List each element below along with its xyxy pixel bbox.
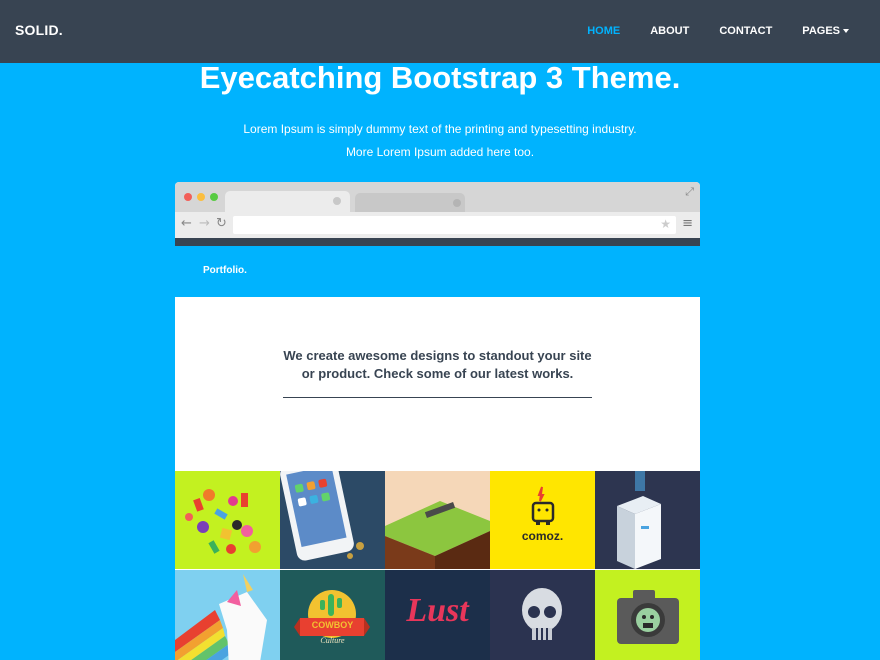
tab-close-icon <box>453 199 461 207</box>
nav-links: HOME ABOUT CONTACT PAGES <box>557 25 849 37</box>
nav-pages-label: PAGES <box>802 25 840 37</box>
inner-page-header: Portfolio. <box>175 246 700 297</box>
tab-close-icon <box>333 197 341 205</box>
hero-subtitle: Lorem Ipsum is simply dummy text of the … <box>0 118 880 164</box>
unicorn-illustration <box>175 574 267 660</box>
cowboy-label-bottom: Culture <box>320 636 345 645</box>
lust-tile: Lust <box>385 570 490 660</box>
fullscreen-icon: ⤢ <box>685 185 694 198</box>
nav-home[interactable]: HOME <box>587 25 620 37</box>
hammock-tile <box>385 471 490 569</box>
phone-illustration <box>280 471 364 561</box>
fridge-tile <box>595 471 700 569</box>
star-icon: ★ <box>660 217 671 231</box>
caret-down-icon <box>843 29 849 34</box>
maximize-dot-icon <box>210 193 218 201</box>
hero-subtitle-line-1: Lorem Ipsum is simply dummy text of the … <box>243 122 637 136</box>
camera-illustration <box>617 590 679 644</box>
minimize-dot-icon <box>197 193 205 201</box>
close-dot-icon <box>184 193 192 201</box>
comoz-label: comoz. <box>521 529 564 543</box>
comoz-tile: comoz. <box>490 471 595 569</box>
nav-pages-dropdown[interactable]: PAGES <box>802 25 849 37</box>
inner-intro-line-1: We create awesome designs to standout yo… <box>283 348 592 363</box>
inner-page-title: Portfolio. <box>203 265 247 276</box>
phone-tile <box>280 471 385 569</box>
back-arrow-icon: ← <box>181 216 192 231</box>
fridge-illustration <box>617 471 661 569</box>
browser-tab-inactive <box>355 193 465 212</box>
browser-toolbar: ← → ↻ ★ ≡ <box>175 212 700 238</box>
cowboy-tile: COWBOY Culture <box>280 570 385 660</box>
hero-title: Eyecatching Bootstrap 3 Theme. <box>199 60 681 95</box>
skull-tile <box>490 570 595 660</box>
comoz-logo-icon <box>531 486 555 525</box>
forward-arrow-icon: → <box>199 216 210 231</box>
hammock-illustration <box>385 501 490 569</box>
unicorn-tile <box>175 570 280 660</box>
inner-intro-line-2: or product. Check some of our latest wor… <box>301 366 574 381</box>
browser-mockup: ⤢ ← → ↻ ★ ≡ Portfolio. We create awesome… <box>175 182 700 660</box>
inner-divider <box>283 397 592 398</box>
top-navbar: SOLID. HOME ABOUT CONTACT PAGES <box>0 0 880 63</box>
skull-illustration <box>522 588 562 640</box>
browser-tab-active <box>225 191 350 212</box>
candy-tile <box>175 471 280 569</box>
nav-about[interactable]: ABOUT <box>650 25 689 37</box>
lust-label: Lust <box>406 592 469 629</box>
cowboy-badge-icon <box>294 590 370 638</box>
candy-illustration <box>185 489 261 554</box>
camera-tile <box>595 570 700 660</box>
inner-navbar-strip <box>175 238 700 246</box>
address-bar: ★ <box>233 216 676 234</box>
hero-subtitle-line-2: More Lorem Ipsum added here too. <box>345 145 535 159</box>
nav-contact[interactable]: CONTACT <box>719 25 772 37</box>
brand-logo[interactable]: SOLID. <box>15 22 63 38</box>
inner-intro-text: We create awesome designs to standout yo… <box>175 347 700 383</box>
reload-icon: ↻ <box>216 216 227 231</box>
browser-titlebar: ⤢ <box>175 182 700 212</box>
cowboy-label-top: COWBOY <box>311 620 354 630</box>
hamburger-menu-icon: ≡ <box>682 216 693 231</box>
portfolio-grid: comoz. COWBOY Culture Lust <box>175 471 700 660</box>
